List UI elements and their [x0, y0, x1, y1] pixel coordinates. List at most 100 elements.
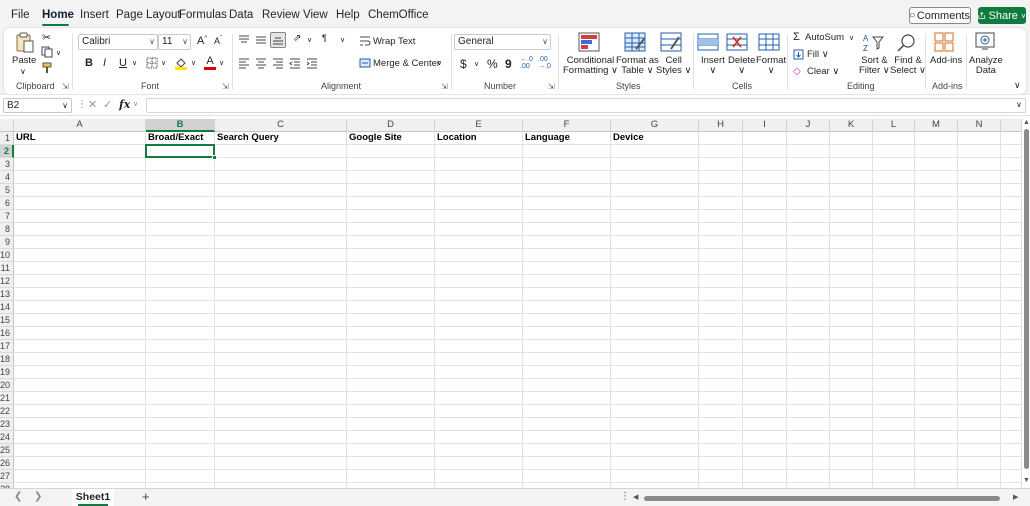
cell-n8[interactable] [958, 223, 1001, 236]
cell-n11[interactable] [958, 262, 1001, 275]
number-format-dropdown[interactable]: General ∨ [454, 34, 551, 50]
cell-d13[interactable] [347, 288, 435, 301]
cell-j16[interactable] [787, 327, 830, 340]
cell-d24[interactable] [347, 431, 435, 444]
cell-overflow[interactable] [1001, 366, 1022, 379]
row-header-3[interactable]: 3 [0, 158, 14, 171]
cell-f24[interactable] [523, 431, 611, 444]
cell-e19[interactable] [435, 366, 523, 379]
row-header-15[interactable]: 15 [0, 314, 14, 327]
cell-d14[interactable] [347, 301, 435, 314]
cell-h12[interactable] [699, 275, 743, 288]
column-header-k[interactable]: K [830, 119, 873, 132]
cell-overflow[interactable] [1001, 197, 1022, 210]
cell-d2[interactable] [347, 145, 435, 158]
dialog-launcher-icon[interactable]: ⇲ [441, 82, 448, 91]
cell-i6[interactable] [743, 197, 787, 210]
cell-e16[interactable] [435, 327, 523, 340]
cell-l23[interactable] [873, 418, 915, 431]
cell-i12[interactable] [743, 275, 787, 288]
cell-j23[interactable] [787, 418, 830, 431]
row-header-27[interactable]: 27 [0, 470, 14, 483]
cell-i5[interactable] [743, 184, 787, 197]
row-header-6[interactable]: 6 [0, 197, 14, 210]
cell-i24[interactable] [743, 431, 787, 444]
cell-b12[interactable] [146, 275, 215, 288]
eraser-icon[interactable]: ◇ [793, 66, 801, 77]
cell-i19[interactable] [743, 366, 787, 379]
cell-l16[interactable] [873, 327, 915, 340]
cell-k27[interactable] [830, 470, 873, 483]
underline-icon[interactable]: U [119, 57, 127, 69]
cell-e14[interactable] [435, 301, 523, 314]
format-cells-button[interactable]: Format ∨ [756, 56, 786, 76]
cell-i7[interactable] [743, 210, 787, 223]
cell-n5[interactable] [958, 184, 1001, 197]
align-top-icon[interactable] [238, 34, 250, 46]
cell-g8[interactable] [611, 223, 699, 236]
sort-filter-icon[interactable]: AZ [862, 32, 884, 54]
cell-f14[interactable] [523, 301, 611, 314]
cell-j21[interactable] [787, 392, 830, 405]
cell-m6[interactable] [915, 197, 958, 210]
scroll-down-icon[interactable]: ▼ [1023, 477, 1030, 484]
cell-d4[interactable] [347, 171, 435, 184]
cell-c11[interactable] [215, 262, 347, 275]
cell-m19[interactable] [915, 366, 958, 379]
cell-b20[interactable] [146, 379, 215, 392]
cell-g25[interactable] [611, 444, 699, 457]
cell-n9[interactable] [958, 236, 1001, 249]
cell-i26[interactable] [743, 457, 787, 470]
cell-m15[interactable] [915, 314, 958, 327]
chevron-down-icon[interactable]: ∨ [56, 49, 61, 59]
cell-a15[interactable] [14, 314, 146, 327]
orientation-icon[interactable]: ⇗ [293, 33, 301, 44]
cell-d6[interactable] [347, 197, 435, 210]
cell-c26[interactable] [215, 457, 347, 470]
tab-file[interactable]: File [11, 9, 30, 21]
cell-d22[interactable] [347, 405, 435, 418]
add-ins-icon[interactable] [933, 32, 955, 52]
cell-d17[interactable] [347, 340, 435, 353]
cell-m16[interactable] [915, 327, 958, 340]
cell-m9[interactable] [915, 236, 958, 249]
cell-h14[interactable] [699, 301, 743, 314]
cell-b27[interactable] [146, 470, 215, 483]
cell-f11[interactable] [523, 262, 611, 275]
cell-k23[interactable] [830, 418, 873, 431]
column-header-l[interactable]: L [873, 119, 915, 132]
cell-l6[interactable] [873, 197, 915, 210]
align-center-icon[interactable] [255, 57, 267, 69]
cell-b13[interactable] [146, 288, 215, 301]
tab-help[interactable]: Help [336, 9, 360, 21]
cell-e22[interactable] [435, 405, 523, 418]
cell-n10[interactable] [958, 249, 1001, 262]
format-as-table-icon[interactable] [624, 32, 646, 52]
increase-indent-icon[interactable] [306, 57, 318, 69]
cell-a1[interactable]: URL [14, 132, 146, 145]
cell-overflow[interactable] [1001, 236, 1022, 249]
cell-i16[interactable] [743, 327, 787, 340]
cell-m14[interactable] [915, 301, 958, 314]
cell-h7[interactable] [699, 210, 743, 223]
row-header-10[interactable]: 10 [0, 249, 14, 262]
cell-b23[interactable] [146, 418, 215, 431]
cell-overflow[interactable] [1001, 470, 1022, 483]
cell-k24[interactable] [830, 431, 873, 444]
cell-l12[interactable] [873, 275, 915, 288]
cell-e9[interactable] [435, 236, 523, 249]
column-header-e[interactable]: E [435, 119, 523, 132]
cell-j26[interactable] [787, 457, 830, 470]
cell-i8[interactable] [743, 223, 787, 236]
cell-h5[interactable] [699, 184, 743, 197]
cell-h19[interactable] [699, 366, 743, 379]
dialog-launcher-icon[interactable]: ⇲ [222, 82, 229, 91]
decrease-font-size-icon[interactable]: Aˇ [214, 36, 222, 46]
tab-review[interactable]: Review [262, 9, 300, 21]
cell-a3[interactable] [14, 158, 146, 171]
cell-g3[interactable] [611, 158, 699, 171]
cell-m27[interactable] [915, 470, 958, 483]
cell-n18[interactable] [958, 353, 1001, 366]
cell-b10[interactable] [146, 249, 215, 262]
cell-n3[interactable] [958, 158, 1001, 171]
